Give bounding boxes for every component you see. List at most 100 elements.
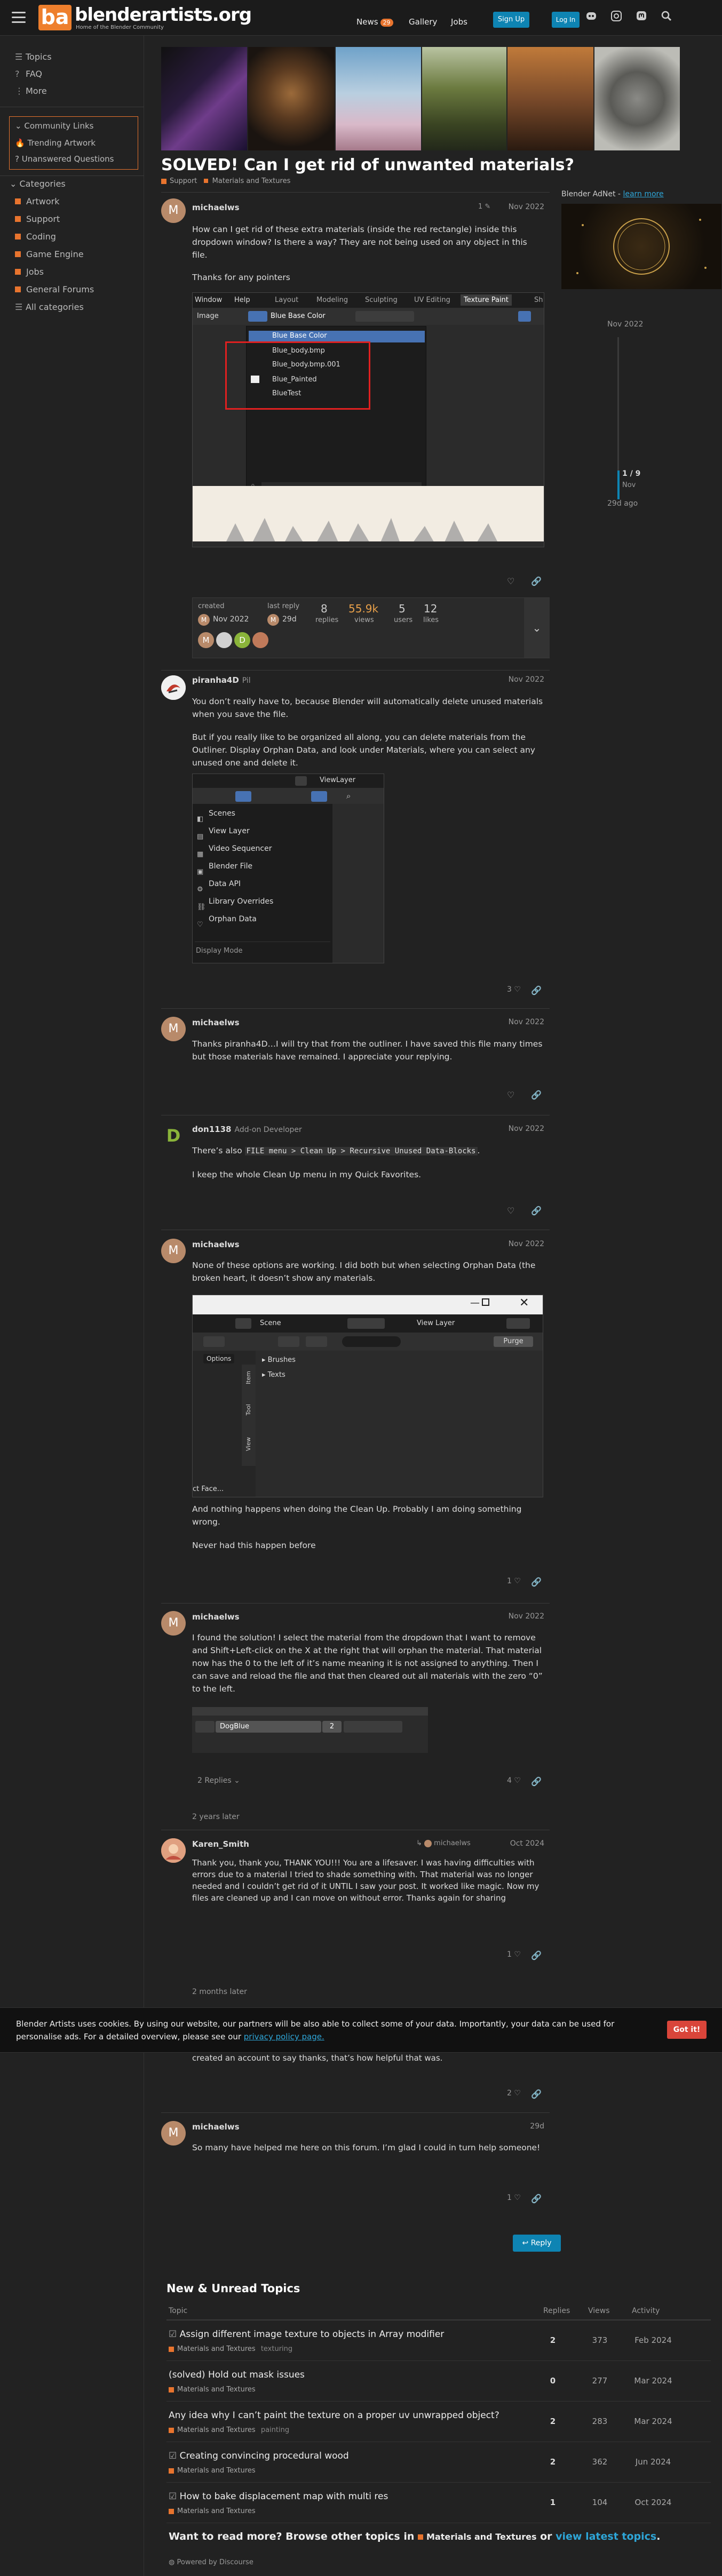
- avatar[interactable]: M: [161, 2121, 186, 2146]
- sidebar-all-categories[interactable]: ☰ All categories: [15, 302, 84, 312]
- post-author[interactable]: michaelws: [192, 1018, 240, 1027]
- like-button[interactable]: 1 ♡: [507, 2194, 521, 2202]
- post-date[interactable]: Nov 2022: [502, 1124, 544, 1133]
- share-link-icon[interactable]: 🔗: [531, 1090, 542, 1100]
- share-link-icon[interactable]: 🔗: [531, 1577, 542, 1587]
- advertisement-banner[interactable]: [561, 204, 721, 289]
- mastodon-icon[interactable]: [633, 10, 650, 27]
- suggested-category[interactable]: Materials and Textures texturing: [169, 2345, 292, 2353]
- suggested-category[interactable]: Materials and Textures: [169, 2386, 256, 2394]
- discord-icon[interactable]: [583, 10, 600, 27]
- post-date[interactable]: 29d: [502, 2122, 544, 2131]
- sidebar-category-coding[interactable]: Coding: [15, 232, 56, 242]
- participant-avatar[interactable]: [216, 632, 232, 648]
- sidebar-item-faq[interactable]: ? FAQ: [15, 69, 42, 79]
- avatar[interactable]: M: [161, 1239, 186, 1263]
- edit-indicator[interactable]: 1 ✎: [478, 203, 490, 211]
- post-date[interactable]: Oct 2024: [502, 1839, 544, 1848]
- sidebar-item-more[interactable]: ⋮ More: [15, 86, 47, 96]
- topic-tag[interactable]: painting: [261, 2426, 289, 2434]
- col-topic[interactable]: Topic: [169, 2307, 187, 2315]
- sidebar-item-topics[interactable]: ☰ Topics: [15, 52, 52, 62]
- suggested-row[interactable]: Any idea why I can’t paint the texture o…: [166, 2403, 711, 2442]
- blender-screenshot-1[interactable]: Window Help Layout Modeling Sculpting UV…: [192, 292, 544, 547]
- avatar[interactable]: M: [161, 1017, 186, 1041]
- suggested-row[interactable]: ☑ How to bake displacement map with mult…: [166, 2484, 711, 2523]
- activity-date[interactable]: Mar 2024: [632, 2376, 675, 2386]
- avatar[interactable]: M: [198, 614, 210, 626]
- breadcrumb-child[interactable]: Materials and Textures: [212, 177, 291, 185]
- like-button[interactable]: 2 ♡: [507, 2089, 521, 2098]
- powered-by[interactable]: ◍ Powered by Discourse: [169, 2558, 253, 2566]
- share-link-icon[interactable]: 🔗: [531, 2089, 542, 2099]
- post-date[interactable]: Nov 2022: [502, 675, 544, 684]
- post-date[interactable]: Nov 2022: [502, 1612, 544, 1621]
- like-button[interactable]: 3 ♡: [507, 985, 521, 994]
- post-author[interactable]: michaelws: [192, 1240, 240, 1249]
- activity-date[interactable]: Feb 2024: [632, 2335, 675, 2345]
- sign-up-button[interactable]: Sign Up: [493, 12, 529, 28]
- blender-screenshot-2[interactable]: ViewLayer ⌕ Scenes View Layer Video Sequ…: [192, 773, 384, 963]
- post-date[interactable]: Nov 2022: [502, 1018, 544, 1026]
- reply-count[interactable]: 0: [537, 2376, 569, 2386]
- expand-topic-map-button[interactable]: ⌄: [524, 598, 550, 658]
- suggested-topic-link[interactable]: Any idea why I can’t paint the texture o…: [169, 2410, 499, 2421]
- reply-count[interactable]: 1: [537, 2498, 569, 2507]
- search-icon[interactable]: [658, 10, 675, 27]
- reply-to[interactable]: ↳ michaelws: [416, 1839, 471, 1847]
- log-in-button[interactable]: Log In: [552, 12, 580, 28]
- community-links-heading[interactable]: ⌄ Community Links: [15, 121, 93, 131]
- avatar[interactable]: [161, 1838, 186, 1863]
- learn-more-link[interactable]: learn more: [623, 190, 663, 198]
- like-heart-icon[interactable]: ♡: [507, 576, 514, 586]
- suggested-category[interactable]: Materials and Textures: [169, 2467, 256, 2475]
- post-author[interactable]: Karen_Smith: [192, 1839, 249, 1849]
- avatar[interactable]: M: [161, 198, 186, 223]
- logo-mark[interactable]: ba: [38, 5, 72, 30]
- participant-avatar[interactable]: [252, 632, 268, 648]
- timeline-start[interactable]: Nov 2022: [607, 320, 643, 329]
- suggested-topic-link[interactable]: (solved) Hold out mask issues: [169, 2370, 305, 2380]
- participant-avatar[interactable]: D: [234, 632, 250, 648]
- post-author[interactable]: michaelws: [192, 2122, 240, 2132]
- privacy-policy-link[interactable]: privacy policy page.: [244, 2032, 324, 2041]
- latest-topics-link[interactable]: view latest topics: [556, 2531, 656, 2542]
- hamburger-menu-icon[interactable]: [12, 12, 26, 23]
- nav-jobs[interactable]: Jobs: [451, 17, 467, 27]
- activity-date[interactable]: Oct 2024: [632, 2498, 675, 2507]
- avatar[interactable]: M: [161, 1611, 186, 1636]
- timeline-end[interactable]: 29d ago: [607, 499, 638, 508]
- nav-news[interactable]: News 29: [356, 17, 393, 27]
- nav-gallery[interactable]: Gallery: [409, 17, 437, 27]
- avatar[interactable]: M: [267, 614, 279, 626]
- share-link-icon[interactable]: 🔗: [531, 576, 542, 586]
- reply-count[interactable]: 2: [537, 2335, 569, 2345]
- share-link-icon[interactable]: 🔗: [531, 1776, 542, 1787]
- activity-date[interactable]: Jun 2024: [632, 2457, 675, 2467]
- suggested-row[interactable]: ☑ Creating convincing procedural wood Ma…: [166, 2443, 711, 2483]
- sidebar-item-trending[interactable]: 🔥 Trending Artwork: [15, 138, 96, 148]
- like-button[interactable]: 1 ♡: [507, 1577, 521, 1585]
- post-author[interactable]: don1138 Add-on Developer: [192, 1124, 302, 1134]
- share-link-icon[interactable]: 🔗: [531, 1206, 542, 1216]
- blender-screenshot-3[interactable]: — ✕ Scene View Layer Purge Options ct Fa…: [192, 1295, 543, 1497]
- suggested-category[interactable]: Materials and Textures: [169, 2507, 256, 2515]
- like-button[interactable]: 1 ♡: [507, 1950, 521, 1959]
- like-button[interactable]: 4 ♡: [507, 1776, 521, 1785]
- timeline-handle[interactable]: [617, 470, 620, 499]
- post-author[interactable]: michaelws: [192, 203, 240, 212]
- sidebar-category-game-engine[interactable]: Game Engine: [15, 249, 84, 259]
- share-link-icon[interactable]: 🔗: [531, 985, 542, 995]
- sidebar-item-unanswered[interactable]: ? Unanswered Questions: [15, 154, 114, 164]
- post-date[interactable]: Nov 2022: [502, 1240, 544, 1248]
- post-author[interactable]: michaelws: [192, 1612, 240, 1622]
- site-logo-text[interactable]: blenderartists.org: [75, 4, 252, 26]
- cookie-accept-button[interactable]: Got it!: [667, 2021, 707, 2039]
- like-heart-icon[interactable]: ♡: [507, 1090, 514, 1100]
- breadcrumb-parent[interactable]: Support: [170, 177, 197, 185]
- created-date[interactable]: Nov 2022: [213, 615, 249, 624]
- suggested-topic-link[interactable]: ☑ Assign different image texture to obje…: [169, 2329, 444, 2340]
- instagram-icon[interactable]: [608, 10, 625, 27]
- reply-count[interactable]: 2: [537, 2457, 569, 2467]
- suggested-topic-link[interactable]: ☑ How to bake displacement map with mult…: [169, 2491, 388, 2502]
